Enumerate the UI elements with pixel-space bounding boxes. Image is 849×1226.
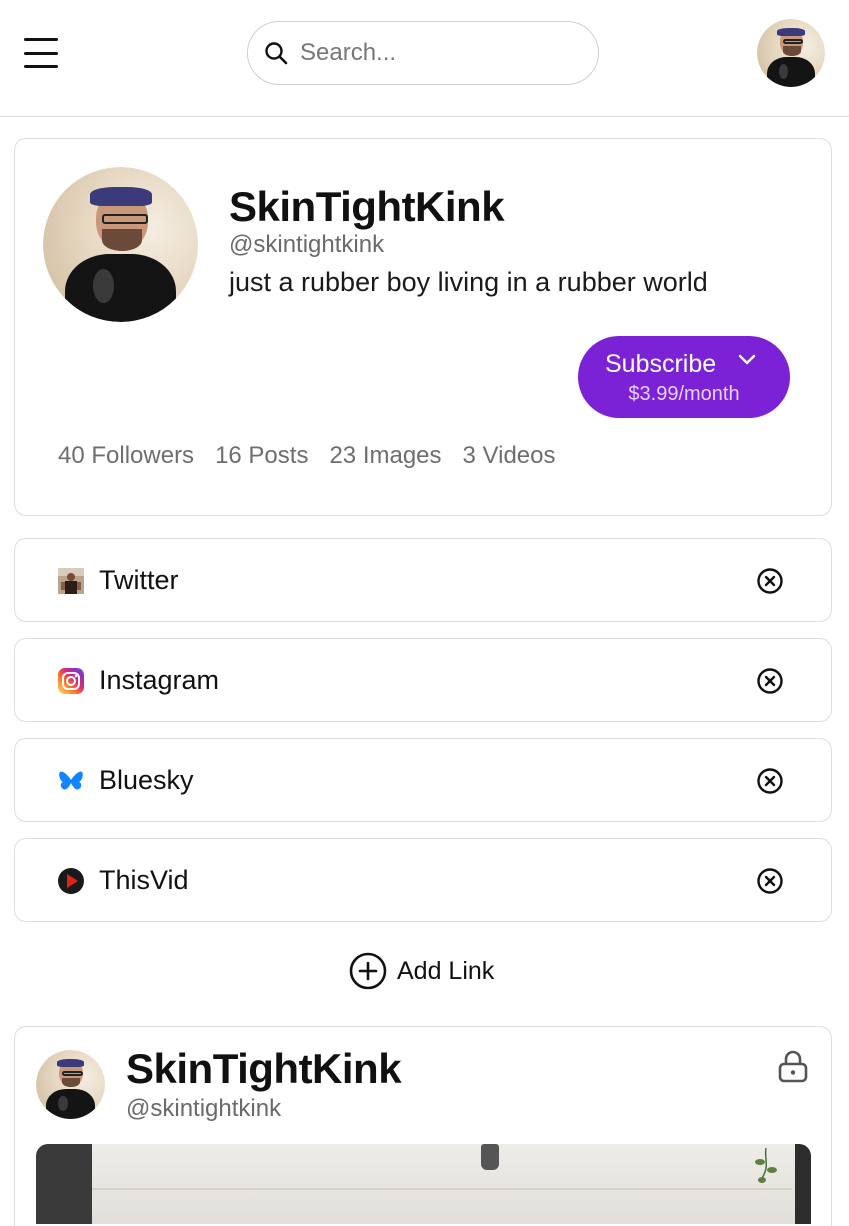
post-author-avatar[interactable] bbox=[36, 1050, 105, 1119]
search-input[interactable] bbox=[300, 39, 560, 67]
menu-line bbox=[24, 51, 58, 55]
add-link-button[interactable]: Add Link bbox=[349, 951, 494, 991]
remove-link-icon[interactable] bbox=[756, 667, 784, 695]
post-card: SkinTightKink @skintightkink bbox=[14, 1026, 832, 1226]
subscribe-label: Subscribe bbox=[605, 350, 717, 378]
post-media-image[interactable] bbox=[36, 1144, 811, 1224]
avatar-image bbox=[36, 1050, 105, 1119]
profile-handle: @skintightkink bbox=[229, 231, 385, 258]
search-bar[interactable] bbox=[247, 21, 599, 85]
videos-count[interactable]: 3 Videos bbox=[463, 442, 556, 470]
thisvid-play-icon bbox=[58, 868, 84, 894]
twitter-avatar-icon bbox=[58, 568, 84, 594]
profile-avatar bbox=[43, 167, 198, 322]
search-icon bbox=[265, 42, 288, 65]
link-label: Bluesky bbox=[99, 765, 194, 795]
link-label: ThisVid bbox=[99, 865, 189, 895]
profile-stats: 40 Followers 16 Posts 23 Images 3 Videos bbox=[58, 442, 556, 470]
menu-icon[interactable] bbox=[24, 38, 58, 68]
remove-link-icon[interactable] bbox=[756, 767, 784, 795]
subscribe-button[interactable]: Subscribe $3.99/month bbox=[578, 336, 790, 418]
link-label: Twitter bbox=[99, 565, 179, 595]
link-row-thisvid[interactable]: ThisVid bbox=[14, 838, 832, 922]
link-row-instagram[interactable]: Instagram bbox=[14, 638, 832, 722]
link-row-twitter[interactable]: Twitter bbox=[14, 538, 832, 622]
followers-count[interactable]: 40 Followers bbox=[58, 442, 194, 470]
post-author-name[interactable]: SkinTightKink bbox=[126, 1045, 402, 1093]
remove-link-icon[interactable] bbox=[756, 567, 784, 595]
images-count[interactable]: 23 Images bbox=[329, 442, 441, 470]
avatar-image bbox=[757, 19, 825, 87]
plus-circle-icon bbox=[349, 952, 387, 990]
menu-line bbox=[24, 65, 58, 68]
add-link-label: Add Link bbox=[397, 956, 495, 985]
link-row-bluesky[interactable]: Bluesky bbox=[14, 738, 832, 822]
remove-link-icon[interactable] bbox=[756, 867, 784, 895]
menu-line bbox=[24, 38, 58, 41]
top-bar bbox=[0, 0, 849, 117]
profile-card: SkinTightKink @skintightkink just a rubb… bbox=[14, 138, 832, 516]
subscribe-price: $3.99/month bbox=[628, 383, 740, 405]
posts-count[interactable]: 16 Posts bbox=[215, 442, 308, 470]
profile-bio: just a rubber boy living in a rubber wor… bbox=[229, 267, 708, 297]
profile-display-name: SkinTightKink bbox=[229, 183, 505, 230]
bluesky-butterfly-icon bbox=[59, 771, 83, 790]
user-avatar[interactable] bbox=[757, 19, 825, 87]
avatar-image bbox=[43, 167, 198, 322]
chevron-down-icon bbox=[738, 354, 756, 365]
lock-icon bbox=[778, 1050, 808, 1083]
link-label: Instagram bbox=[99, 665, 220, 695]
instagram-icon bbox=[58, 668, 84, 694]
post-author-handle: @skintightkink bbox=[126, 1095, 282, 1122]
